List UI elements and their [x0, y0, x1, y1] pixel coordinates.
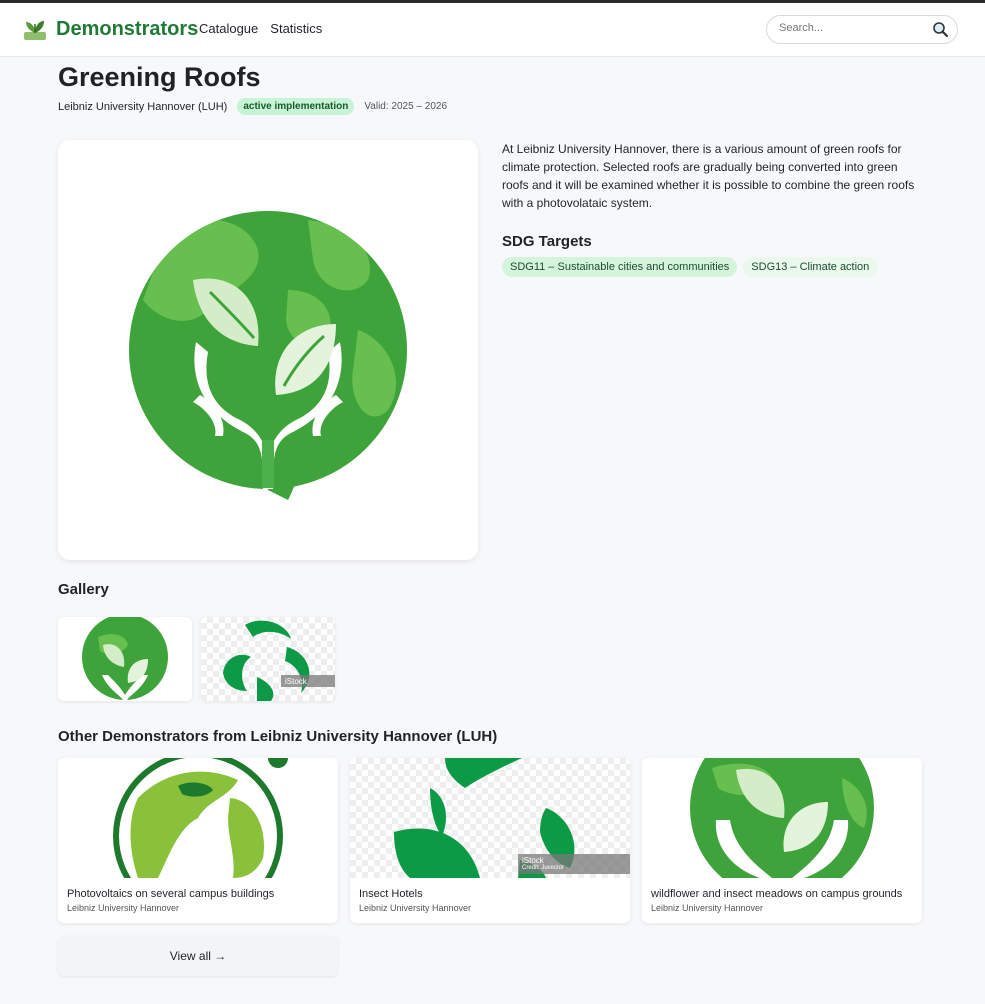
view-all-button[interactable]: View all →	[58, 936, 338, 976]
sdg-heading: SDG Targets	[502, 233, 592, 250]
brand-link[interactable]: Demonstrators	[22, 16, 198, 42]
main-image	[58, 140, 478, 560]
nav-catalogue[interactable]: Catalogue	[199, 21, 258, 36]
globe-hands-leaves-icon	[82, 617, 168, 701]
other-demonstrators-heading: Other Demonstrators from Leibniz Univers…	[58, 728, 498, 745]
globe-hands-leaves-icon	[690, 758, 874, 878]
globe-hands-leaves-icon	[129, 211, 407, 500]
watermark-badge: iStock	[281, 675, 335, 687]
organization-name: Leibniz University Hannover (LUH)	[58, 100, 228, 113]
watermark-text: iStock	[522, 856, 544, 865]
nav-statistics[interactable]: Statistics	[270, 21, 322, 36]
demo-org: Leibniz University Hannover	[67, 903, 180, 913]
project-description: At Leibniz University Hannover, there is…	[502, 142, 915, 210]
gallery-thumb-globe[interactable]	[58, 617, 192, 701]
brand-name: Demonstrators	[56, 17, 199, 40]
search-box	[766, 15, 958, 44]
site-header: Demonstrators Catalogue Statistics	[0, 3, 985, 57]
demo-name: wildflower and insect meadows on campus …	[651, 888, 903, 900]
demo-name: Insect Hotels	[359, 888, 423, 900]
earth-icon	[113, 758, 288, 878]
gallery-thumb-recycle[interactable]: iStock	[201, 617, 335, 701]
search-icon[interactable]	[932, 21, 949, 38]
demo-name: Photovoltaics on several campus building…	[67, 888, 275, 900]
demonstrator-card[interactable]: Photovoltaics on several campus building…	[58, 758, 338, 923]
plant-logo-icon	[24, 21, 46, 40]
sdg-chip[interactable]: SDG11 – Sustainable cities and communiti…	[502, 257, 738, 277]
demonstrator-card[interactable]: wildflower and insect meadows on campus …	[642, 758, 922, 923]
demo-org: Leibniz University Hannover	[359, 903, 472, 913]
demo-image	[58, 758, 338, 878]
watermark-badge: iStock Credit: Juvector	[518, 854, 630, 874]
validity-period: Valid: 2025 – 2026	[364, 101, 448, 112]
demonstrator-card[interactable]: iStock Credit: Juvector Insect Hotels Le…	[350, 758, 630, 923]
status-badge: active implementation	[237, 98, 355, 115]
watermark-credit: Credit: Juvector	[522, 865, 565, 871]
demo-image	[642, 758, 922, 878]
sdg-list: SDG11 – Sustainable cities and communiti…	[502, 257, 878, 277]
search-input[interactable]	[779, 22, 929, 34]
recycle-leaves-icon	[223, 620, 310, 701]
page-title: Greening Roofs	[58, 62, 261, 92]
demo-org: Leibniz University Hannover	[651, 903, 764, 913]
main-nav: Catalogue Statistics	[199, 21, 322, 36]
project-meta: Leibniz University Hannover (LUH) active…	[58, 98, 447, 115]
demo-image: iStock Credit: Juvector	[350, 758, 630, 878]
gallery-heading: Gallery	[58, 581, 109, 598]
sdg-chip[interactable]: SDG13 – Climate action	[743, 257, 878, 277]
